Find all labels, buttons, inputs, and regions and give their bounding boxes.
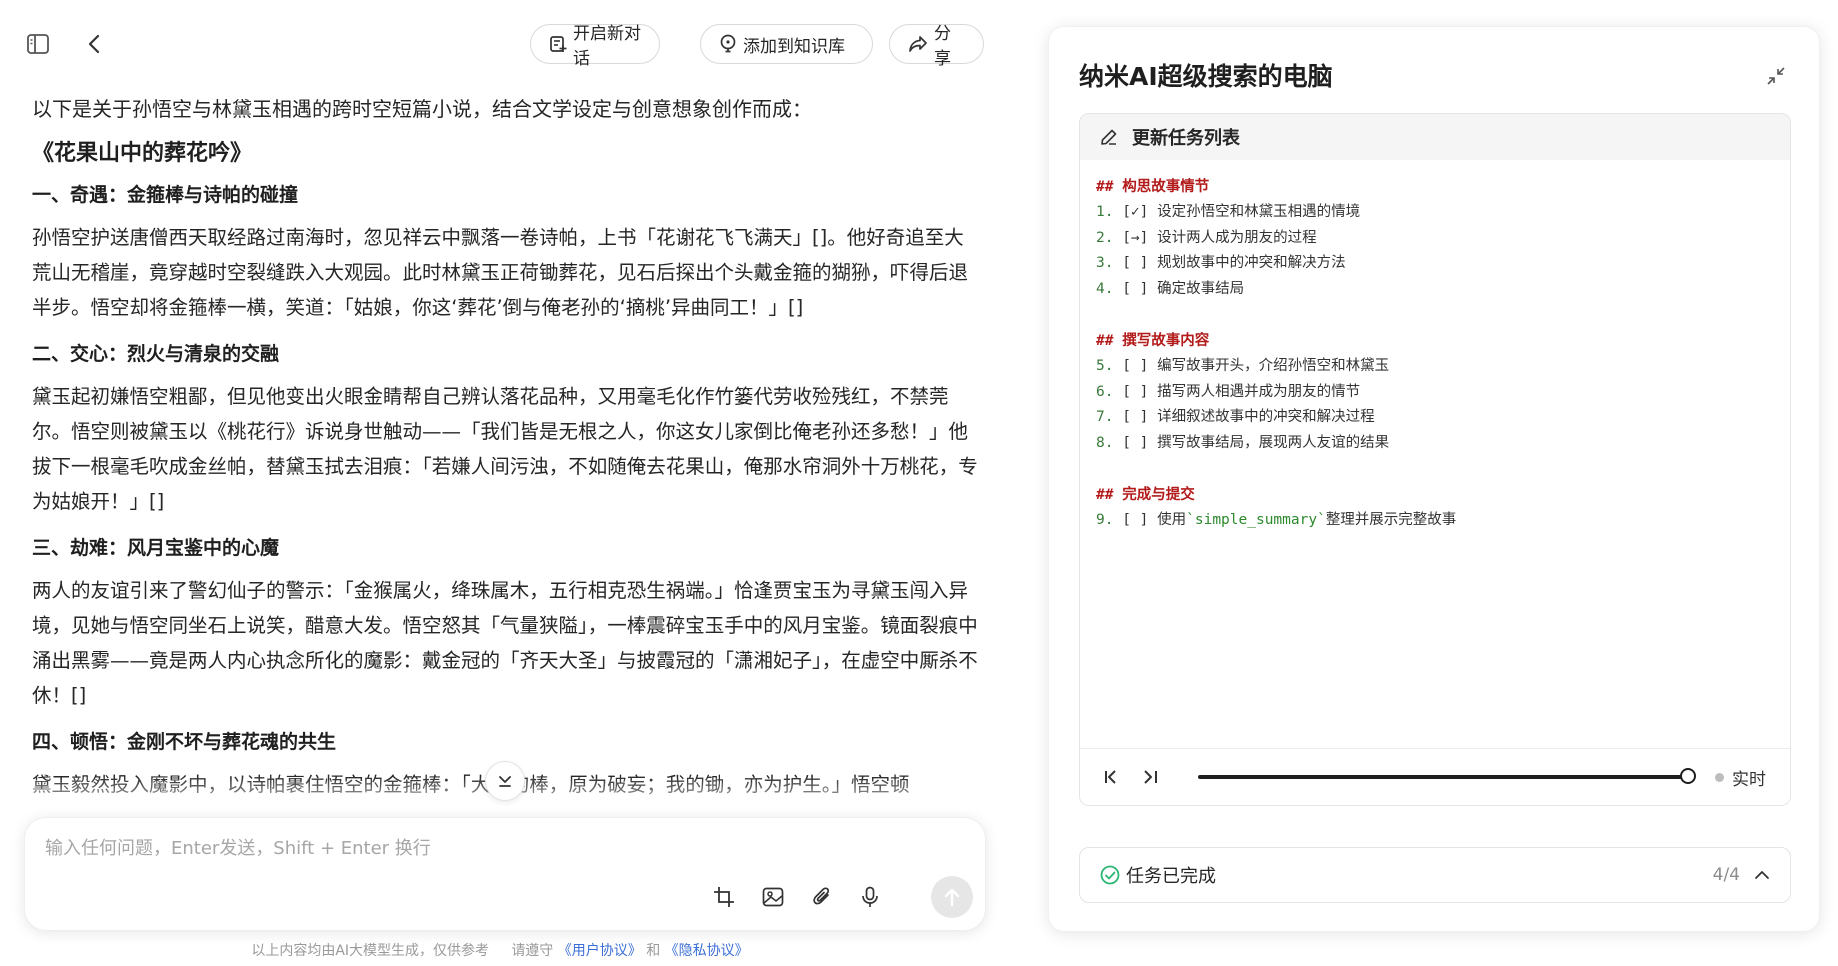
live-indicator[interactable]: 实时 bbox=[1715, 765, 1766, 790]
section-paragraph: 两人的友谊引来了警幻仙子的警示：「金猴属火，绛珠属木，五行相克恐生祸端。」恰逢贾… bbox=[32, 579, 978, 707]
ai-computer-panel: 纳米AI超级搜索的电脑 更新任务列表 ## 构思故事情节 1. [✓] 设定孙悟… bbox=[1048, 26, 1820, 932]
task-item: 2. [→] 设计两人成为朋友的过程 bbox=[1096, 229, 1317, 246]
image-icon[interactable] bbox=[756, 880, 790, 914]
share-label: 分享 bbox=[934, 24, 951, 69]
playback-progress-handle[interactable] bbox=[1680, 768, 1696, 784]
task-section-heading: ## 完成与提交 bbox=[1096, 487, 1195, 503]
chevron-up-icon bbox=[1754, 870, 1770, 880]
chat-input[interactable] bbox=[43, 832, 947, 864]
new-chat-label: 开启新对话 bbox=[573, 24, 641, 69]
status-label: 任务已完成 bbox=[1126, 866, 1216, 887]
task-section-heading: ## 构思故事情节 bbox=[1096, 179, 1210, 195]
disclaimer-text: 以上内容均由AI大模型生成，仅供参考 bbox=[251, 943, 490, 959]
user-agreement-link[interactable]: 《用户协议》 bbox=[558, 943, 642, 959]
step-forward-icon[interactable] bbox=[1136, 763, 1164, 791]
task-item: 9. [ ] 使用`simple_summary`整理并展示完整故事 bbox=[1096, 512, 1457, 528]
live-dot bbox=[1715, 773, 1724, 782]
playback-controls: 实时 bbox=[1080, 748, 1790, 805]
terminal-header: 更新任务列表 bbox=[1080, 114, 1790, 160]
task-item: 6. [ ] 描写两人相遇并成为朋友的情节 bbox=[1096, 383, 1361, 400]
check-circle-icon bbox=[1100, 865, 1120, 885]
chevron-down-icon bbox=[497, 773, 513, 789]
top-bar: 开启新对话 添加到知识库 分享 bbox=[0, 0, 1000, 88]
disclaimer-mid: 请遵守 bbox=[511, 943, 554, 959]
section-heading: 三、劫难：风月宝鉴中的心魔 bbox=[32, 537, 280, 559]
task-terminal: 更新任务列表 ## 构思故事情节 1. [✓] 设定孙悟空和林黛玉相遇的情境 2… bbox=[1079, 113, 1791, 806]
disclaimer: 以上内容均由AI大模型生成，仅供参考 请遵守 《用户协议》 和 《隐私协议》 bbox=[0, 940, 1000, 960]
send-arrow-icon bbox=[943, 887, 961, 907]
task-item: 3. [ ] 规划故事中的冲突和解决方法 bbox=[1096, 255, 1346, 271]
crop-icon[interactable] bbox=[707, 880, 741, 914]
new-chat-icon bbox=[549, 35, 567, 53]
section-paragraph: 黛玉起初嫌悟空粗鄙，但见他变出火眼金睛帮自己辨认落花品种，又用毫毛化作竹篓代劳收… bbox=[32, 385, 978, 513]
skip-back-icon[interactable] bbox=[1098, 763, 1126, 791]
section-heading: 二、交心：烈火与清泉的交融 bbox=[32, 343, 280, 365]
bulb-icon bbox=[719, 34, 737, 54]
privacy-policy-link[interactable]: 《隐私协议》 bbox=[665, 943, 749, 959]
sidebar-toggle-icon[interactable] bbox=[22, 28, 54, 60]
panel-title: 纳米AI超级搜索的电脑 bbox=[1079, 62, 1333, 91]
disclaimer-and: 和 bbox=[646, 943, 661, 959]
task-list: ## 构思故事情节 1. [✓] 设定孙悟空和林黛玉相遇的情境 2. [→] 设… bbox=[1080, 160, 1790, 548]
chat-response: 以下是关于孙悟空与林黛玉相遇的跨时空短篇小说，结合文学设定与创意想象创作而成： … bbox=[32, 88, 982, 816]
add-kb-label: 添加到知识库 bbox=[743, 36, 845, 57]
playback-progress-bar[interactable] bbox=[1198, 775, 1688, 779]
terminal-title: 更新任务列表 bbox=[1132, 128, 1240, 149]
story-title: 《花果山中的葬花吟》 bbox=[32, 141, 253, 166]
task-status-bar[interactable]: 任务已完成 4/4 bbox=[1079, 847, 1791, 903]
share-icon bbox=[908, 35, 928, 53]
task-item: 8. [ ] 撰写故事结局，展现两人友谊的结果 bbox=[1096, 434, 1390, 451]
collapse-icon[interactable] bbox=[1763, 63, 1789, 89]
task-item: 1. [✓] 设定孙悟空和林黛玉相遇的情境 bbox=[1096, 204, 1361, 220]
back-arrow-icon[interactable] bbox=[78, 28, 110, 60]
new-chat-button[interactable]: 开启新对话 bbox=[530, 24, 660, 69]
live-label: 实时 bbox=[1732, 770, 1766, 790]
response-intro: 以下是关于孙悟空与林黛玉相遇的跨时空短篇小说，结合文学设定与创意想象创作而成： bbox=[32, 97, 812, 121]
section-paragraph: 孙悟空护送唐僧西天取经路过南海时，忽见祥云中飘落一卷诗帕，上书「花谢花飞飞满天」… bbox=[32, 226, 969, 319]
pencil-icon bbox=[1100, 128, 1118, 146]
add-to-knowledge-base-button[interactable]: 添加到知识库 bbox=[700, 24, 873, 64]
scroll-to-bottom-button[interactable] bbox=[485, 761, 525, 801]
chat-input-box bbox=[24, 817, 986, 931]
share-button[interactable]: 分享 bbox=[889, 24, 984, 69]
task-item: 4. [ ] 确定故事结局 bbox=[1096, 280, 1245, 297]
paperclip-icon[interactable] bbox=[805, 880, 839, 914]
task-item: 7. [ ] 详细叙述故事中的冲突和解决过程 bbox=[1096, 409, 1375, 425]
section-heading: 四、顿悟：金刚不坏与葬花魂的共生 bbox=[32, 731, 337, 753]
microphone-icon[interactable] bbox=[853, 880, 887, 914]
send-button[interactable] bbox=[931, 876, 973, 918]
section-heading: 一、奇遇：金箍棒与诗帕的碰撞 bbox=[32, 184, 299, 206]
task-count: 4/4 bbox=[1712, 865, 1740, 885]
task-item: 5. [ ] 编写故事开头，介绍孙悟空和林黛玉 bbox=[1096, 358, 1390, 374]
task-section-heading: ## 撰写故事内容 bbox=[1096, 333, 1210, 349]
